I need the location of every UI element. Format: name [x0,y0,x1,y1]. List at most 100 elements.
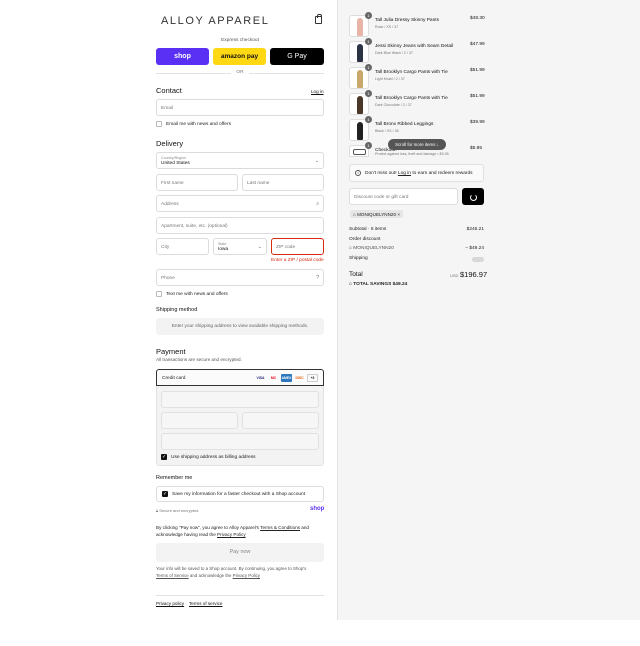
address-field[interactable]: Address ⌕ [156,195,324,212]
country-select[interactable]: Country/Region United States ⌄ [156,152,324,169]
discount-code-input[interactable]: Discount code or gift card [349,188,458,205]
item-name: Tall Brooklyn Cargo Pants with Tie [375,96,448,101]
consent-text-2: and [299,525,309,530]
footer-terms-link[interactable]: Terms of service [189,601,222,606]
remember-box[interactable]: ✓ Save my information for a faster check… [156,486,324,502]
shop-terms-link[interactable]: Terms of Service [156,573,189,578]
rewards-login-link[interactable]: Log in [398,171,411,176]
expiration-field[interactable] [161,412,238,429]
footer-privacy-link[interactable]: Privacy policy [156,601,184,606]
save-info-row[interactable]: ✓ Save my information for a faster check… [162,491,305,497]
amex-icon: AMEX [281,374,292,382]
quantity-badge: 1 [365,90,372,97]
email-news-checkbox[interactable] [156,121,162,127]
item-name: Tall Julia Dressy Skinny Pants [375,18,439,23]
item-variant: Dark Chocolate / 2 / 37 [375,103,412,107]
phone-field[interactable]: Phone ? [156,269,324,286]
zip-field[interactable]: ZIP code [271,238,324,255]
shop-privacy-link[interactable]: Privacy Policy [233,573,260,578]
total-label: Total [349,271,363,278]
subtotal-label: Subtotal · 6 items [349,227,387,232]
quantity-badge: 1 [365,64,372,71]
state-value: Iowa [218,247,229,252]
product-figure [357,122,363,140]
name-on-card-field[interactable] [161,433,319,450]
shipping-method-note: Enter your shipping address to view avai… [156,318,324,335]
consent-text-1: By clicking "Pay now", you agree to Allo… [156,525,261,530]
currency-label: USD [450,273,459,278]
product-figure [357,18,363,36]
shop-pay-button[interactable]: shop [156,48,209,65]
discount-tag: ⌂ MONIQUELYNN20 × [350,210,404,218]
product-figure [357,96,363,114]
delivery-heading: Delivery [156,139,184,148]
remove-tag-icon[interactable]: × [397,212,400,217]
footer-divider [156,595,324,596]
last-name-placeholder: Last name [247,180,270,186]
shipping-pending-indicator [472,257,484,262]
order-discount-label: Order discount [349,237,381,242]
pay-now-button[interactable]: Pay now [156,543,324,562]
shop-logo: shop [310,506,325,512]
chevron-down-icon: ⌄ [314,158,319,164]
bottom-strip [0,620,640,646]
country-value: United States [161,161,190,166]
city-field[interactable]: City [156,238,209,255]
text-news-checkbox[interactable] [156,291,162,297]
quantity-badge: 1 [365,142,372,149]
email-news-checkbox-row[interactable]: Email me with news and offers [156,121,231,127]
lock-icon: 🔒︎ [156,508,159,513]
text-news-checkbox-row[interactable]: Text me with news and offers [156,291,228,297]
shipping-row: Shipping [349,256,484,261]
car-icon [353,149,366,155]
login-link[interactable]: Log in [311,89,324,94]
chevron-down-icon: ⌄ [257,244,262,250]
email-placeholder: Email [161,105,173,111]
state-select[interactable]: State Iowa ⌄ [213,238,267,255]
shopping-bag-icon[interactable] [315,14,322,24]
amazon-pay-button[interactable]: amazon pay [213,48,266,65]
item-price: $39.99 [470,120,485,125]
product-figure [357,70,363,88]
shop-note-line-1: Your info will be saved to a Shop accoun… [156,566,307,571]
search-icon: ⌕ [316,201,319,207]
shipping-method-heading: Shipping method [156,307,198,313]
item-variant: Dark Blue Wash / 2 / 37 [375,51,413,55]
item-name: Tall Bronx Ribbed Leggings [375,122,434,127]
apply-discount-button[interactable] [462,188,484,205]
email-news-label: Email me with news and offers [166,121,231,127]
cart-item: 1 Tall Brooklyn Cargo Pants with Tie Lig… [349,64,485,91]
brand-logo[interactable]: ALLOY APPAREL [161,15,269,27]
shop-note-text: and acknowledge the [188,573,233,578]
first-name-field[interactable]: First name [156,174,238,191]
privacy-link[interactable]: Privacy Policy [217,532,246,537]
terms-link[interactable]: Terms & Conditions [260,525,300,530]
credit-card-label: Credit card [162,375,186,381]
billing-checkbox[interactable]: ✓ [161,454,167,460]
last-name-field[interactable]: Last name [242,174,324,191]
credit-card-option[interactable]: Credit card VISA MC AMEX DISC +3 [156,369,324,386]
mastercard-icon: MC [270,376,277,380]
item-price: $51.99 [470,94,485,99]
item-name: Tall Brooklyn Cargo Pants with Tie [375,70,448,75]
first-name-placeholder: First name [161,180,184,186]
city-placeholder: City [161,244,170,250]
shipping-label: Shipping [349,256,368,261]
payment-subtitle: All transactions are secure and encrypte… [156,357,242,362]
scroll-for-more-button[interactable]: Scroll for more items ↓ [388,139,446,150]
card-number-field[interactable] [161,391,319,408]
discount-value: − $49.24 [465,246,484,251]
consent-text-3: acknowledge having read the [156,532,218,537]
item-price: $47.99 [470,42,485,47]
email-field[interactable]: Email [156,99,324,116]
apartment-field[interactable]: Apartment, suite, etc. (optional) [156,217,324,234]
more-cards-badge: +3 [307,374,318,382]
state-label: State [218,241,227,246]
billing-checkbox-row[interactable]: ✓ Use shipping address as billing addres… [161,454,256,460]
google-pay-button[interactable]: G Pay [270,48,324,65]
tag-icon: ⌂ [349,282,352,287]
save-info-checkbox[interactable]: ✓ [162,491,168,497]
help-icon[interactable]: ? [316,275,319,281]
item-variant: Protect against loss, theft and damage •… [375,152,449,156]
security-code-field[interactable] [242,412,319,429]
